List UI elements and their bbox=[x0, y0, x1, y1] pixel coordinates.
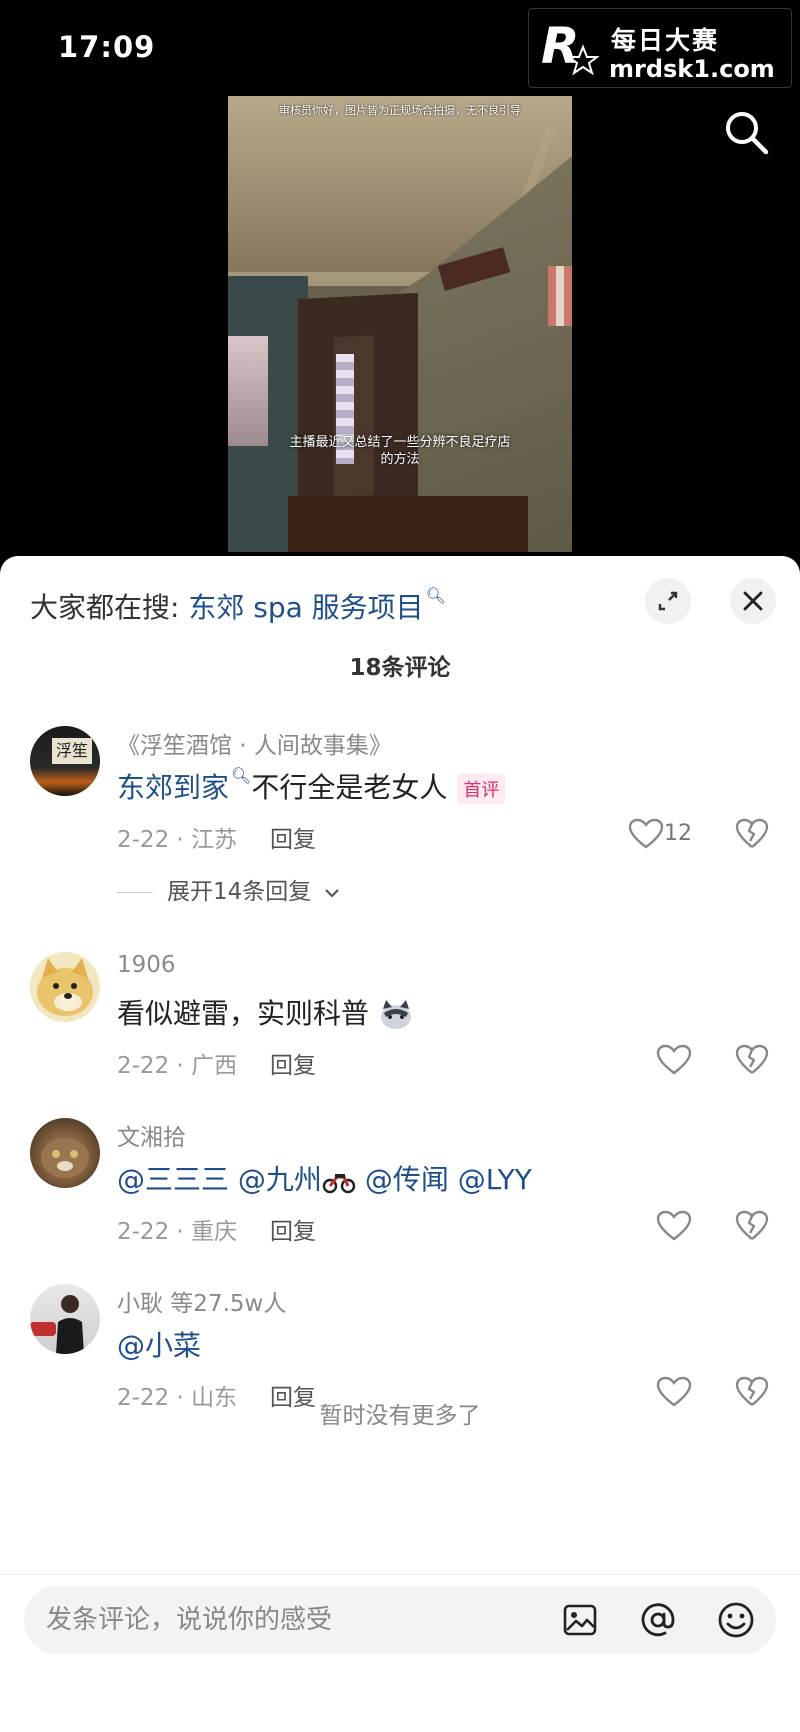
broken-heart-icon bbox=[735, 1210, 769, 1240]
cat-avatar-icon bbox=[41, 1138, 89, 1178]
video-subtitle: 主播最近又总结了一些分辨不良足疗店 的方法 bbox=[228, 434, 572, 468]
comment-username[interactable]: 文湘拾 bbox=[117, 1118, 186, 1152]
expand-button[interactable] bbox=[645, 578, 691, 624]
mention-link[interactable]: @小菜 bbox=[117, 1329, 201, 1362]
expand-replies-button[interactable]: 展开14条回复 bbox=[117, 872, 341, 906]
emoji-button[interactable] bbox=[716, 1600, 756, 1640]
mention-link[interactable]: @九州 bbox=[238, 1163, 322, 1196]
watermark-logo: R bbox=[541, 17, 599, 76]
dislike-button[interactable] bbox=[735, 818, 769, 850]
search-button[interactable] bbox=[722, 108, 772, 158]
emoji-icon bbox=[718, 1602, 754, 1638]
comment-meta: 2-22 · 江苏 bbox=[117, 827, 238, 853]
expand-icon bbox=[658, 591, 678, 611]
video-frame[interactable]: 审核员你好，图片皆为正规场合拍摄，无不良引导 主播最近又总结了一些分辨不良足疗店… bbox=[228, 96, 572, 552]
first-comment-badge: 首评 bbox=[457, 774, 506, 804]
doge-avatar-icon bbox=[37, 958, 93, 1016]
hot-search: 大家都在搜: 东郊 spa 服务项目 🔍︎ bbox=[30, 586, 446, 626]
video-area: 17:09 R 每日大赛 mrdsk1.com 审核员你好，图片皆为正规场合拍摄… bbox=[0, 0, 800, 560]
broken-heart-icon bbox=[735, 818, 769, 848]
comment-text: 看似避雷，实则科普 bbox=[117, 992, 414, 1032]
comment-text: @三三三 @九州 @传闻 @LYY bbox=[117, 1158, 532, 1198]
reply-button[interactable]: 回复 bbox=[270, 1212, 316, 1246]
close-icon bbox=[743, 591, 763, 611]
hot-search-prefix: 大家都在搜: bbox=[30, 591, 180, 624]
hot-search-query: 东郊 spa 服务项目 bbox=[188, 591, 424, 624]
video-subtitle-line1: 主播最近又总结了一些分辨不良足疗店 bbox=[289, 435, 511, 450]
video-mosaic-right bbox=[548, 266, 572, 326]
comment-meta: 2-22 · 重庆 bbox=[117, 1219, 238, 1245]
dislike-button[interactable] bbox=[735, 1044, 769, 1076]
comment-body: 不行全是老女人 bbox=[251, 771, 448, 804]
comment-input[interactable] bbox=[46, 1600, 546, 1640]
avatar-sign: 浮笙 bbox=[52, 738, 92, 764]
chevron-down-icon bbox=[324, 888, 339, 898]
image-button[interactable] bbox=[560, 1600, 600, 1640]
search-small-icon: 🔍︎ bbox=[231, 766, 252, 785]
mention-text: 东郊到家 bbox=[117, 771, 230, 804]
mention-button[interactable] bbox=[638, 1600, 678, 1640]
dislike-button[interactable] bbox=[735, 1210, 769, 1242]
comment-count: 18条评论 bbox=[349, 655, 451, 681]
avatar[interactable] bbox=[30, 952, 100, 1022]
heart-icon bbox=[656, 1210, 692, 1241]
image-icon bbox=[563, 1604, 597, 1636]
comment-username[interactable]: 小耿 等27.5w人 bbox=[117, 1284, 286, 1318]
like-button[interactable] bbox=[628, 818, 664, 850]
comment-body: 看似避雷，实则科普 bbox=[117, 997, 370, 1030]
reply-button[interactable]: 回复 bbox=[270, 820, 316, 854]
search-icon bbox=[726, 112, 769, 155]
video-light bbox=[228, 336, 268, 446]
broken-heart-icon bbox=[735, 1044, 769, 1074]
avatar[interactable] bbox=[30, 1284, 100, 1354]
reply-button[interactable]: 回复 bbox=[270, 1046, 316, 1080]
no-more-label: 暂时没有更多了 bbox=[319, 1403, 481, 1429]
input-divider bbox=[0, 1574, 800, 1575]
video-subtitle-line2: 的方法 bbox=[380, 452, 420, 467]
video-floor bbox=[288, 496, 528, 552]
comment-mention-link[interactable]: 东郊到家 🔍︎ bbox=[117, 766, 251, 804]
status-time: 17:09 bbox=[58, 30, 156, 64]
person-avatar-icon bbox=[30, 1295, 84, 1354]
close-button[interactable] bbox=[730, 578, 776, 624]
heart-icon bbox=[656, 1044, 692, 1075]
svg-text:R: R bbox=[541, 17, 580, 75]
at-icon bbox=[641, 1603, 675, 1637]
mention-link[interactable]: @三三三 bbox=[117, 1163, 229, 1196]
video-notice: 审核员你好，图片皆为正规场合拍摄，无不良引导 bbox=[279, 104, 521, 117]
heart-icon bbox=[628, 818, 664, 849]
cat-emoji-icon bbox=[380, 1000, 411, 1029]
search-small-icon: 🔍︎ bbox=[425, 586, 446, 605]
avatar[interactable]: 浮笙 bbox=[30, 726, 100, 796]
comment-meta: 2-22 · 广西 bbox=[117, 1053, 238, 1079]
expand-divider bbox=[117, 892, 153, 893]
watermark-brand: 每日大赛 bbox=[611, 26, 720, 55]
expand-replies-label: 展开14条回复 bbox=[167, 879, 312, 905]
like-button[interactable] bbox=[656, 1210, 692, 1242]
comment-sheet: 大家都在搜: 东郊 spa 服务项目 🔍︎ 18条评论 浮笙 《浮笙酒馆 · 人间… bbox=[0, 556, 800, 1732]
like-count: 12 bbox=[664, 821, 692, 846]
comment-username[interactable]: 1906 bbox=[117, 952, 176, 978]
avatar[interactable] bbox=[30, 1118, 100, 1188]
comment-text: 东郊到家 🔍︎不行全是老女人 首评 bbox=[117, 766, 506, 806]
comment-text: @小菜 bbox=[117, 1324, 201, 1364]
comment-username[interactable]: 《浮笙酒馆 · 人间故事集》 bbox=[117, 726, 392, 760]
mention-link[interactable]: @LYY bbox=[458, 1163, 532, 1196]
watermark-url: mrdsk1.com bbox=[609, 55, 775, 83]
motorbike-emoji bbox=[322, 1174, 356, 1194]
hot-search-link[interactable]: 东郊 spa 服务项目 🔍︎ bbox=[188, 586, 446, 624]
mention-link[interactable]: @传闻 bbox=[365, 1163, 449, 1196]
like-button[interactable] bbox=[656, 1044, 692, 1076]
watermark: R 每日大赛 mrdsk1.com bbox=[528, 8, 792, 88]
comment-input-bar bbox=[24, 1586, 776, 1654]
